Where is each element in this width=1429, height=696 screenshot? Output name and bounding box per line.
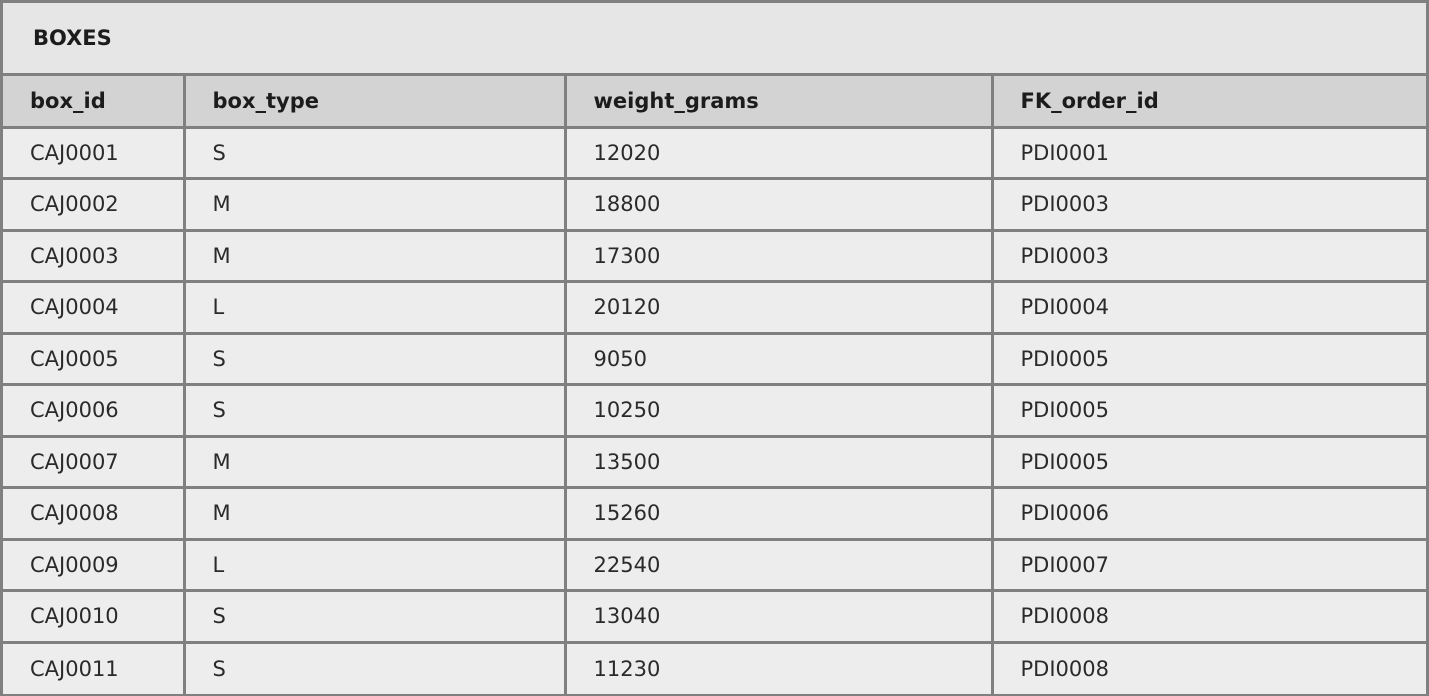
table-row: CAJ0007 M 13500 PDI0005	[3, 436, 1426, 489]
table-row: CAJ0005 S 9050 PDI0005	[3, 333, 1426, 386]
cell-fk-order-id: PDI0004	[992, 281, 1426, 335]
column-header-box-type: box_type	[184, 76, 567, 129]
cell-box-id: CAJ0010	[3, 590, 186, 644]
cell-fk-order-id: PDI0008	[992, 590, 1426, 644]
cell-box-id: CAJ0003	[3, 230, 186, 283]
cell-weight-grams: 12020	[565, 127, 994, 180]
table-row: CAJ0006 S 10250 PDI0005	[3, 384, 1426, 438]
cell-box-type: M	[184, 487, 567, 541]
cell-box-type: S	[184, 642, 567, 694]
cell-box-type: M	[184, 436, 567, 489]
table-title: BOXES	[3, 3, 1426, 76]
cell-fk-order-id: PDI0005	[992, 436, 1426, 489]
cell-box-type: S	[184, 333, 567, 386]
cell-fk-order-id: PDI0007	[992, 539, 1426, 592]
cell-box-type: L	[184, 539, 567, 592]
cell-box-type: M	[184, 178, 567, 232]
table-row: CAJ0008 M 15260 PDI0006	[3, 487, 1426, 541]
cell-fk-order-id: PDI0003	[992, 178, 1426, 232]
cell-box-id: CAJ0008	[3, 487, 186, 541]
cell-weight-grams: 22540	[565, 539, 994, 592]
cell-box-id: CAJ0004	[3, 281, 186, 335]
column-header-fk-order-id: FK_order_id	[992, 76, 1426, 129]
cell-weight-grams: 11230	[565, 642, 994, 694]
table-row: CAJ0004 L 20120 PDI0004	[3, 281, 1426, 335]
cell-fk-order-id: PDI0005	[992, 384, 1426, 438]
table-row: CAJ0011 S 11230 PDI0008	[3, 642, 1426, 694]
table-row: CAJ0003 M 17300 PDI0003	[3, 230, 1426, 283]
cell-weight-grams: 15260	[565, 487, 994, 541]
cell-weight-grams: 18800	[565, 178, 994, 232]
cell-weight-grams: 17300	[565, 230, 994, 283]
cell-fk-order-id: PDI0001	[992, 127, 1426, 180]
cell-box-type: S	[184, 590, 567, 644]
table-row: CAJ0001 S 12020 PDI0001	[3, 127, 1426, 180]
cell-box-id: CAJ0002	[3, 178, 186, 232]
cell-box-id: CAJ0005	[3, 333, 186, 386]
cell-box-type: S	[184, 384, 567, 438]
table-row: CAJ0010 S 13040 PDI0008	[3, 590, 1426, 644]
header-row: box_id box_type weight_grams FK_order_id	[3, 76, 1426, 129]
cell-box-id: CAJ0009	[3, 539, 186, 592]
column-header-weight-grams: weight_grams	[565, 76, 994, 129]
boxes-table: box_id box_type weight_grams FK_order_id…	[3, 76, 1426, 694]
cell-box-id: CAJ0011	[3, 642, 186, 694]
boxes-table-container: BOXES box_id box_type weight_grams FK_or…	[0, 0, 1429, 696]
table-row: CAJ0002 M 18800 PDI0003	[3, 178, 1426, 232]
cell-box-id: CAJ0006	[3, 384, 186, 438]
cell-fk-order-id: PDI0008	[992, 642, 1426, 694]
cell-box-type: S	[184, 127, 567, 180]
cell-weight-grams: 9050	[565, 333, 994, 386]
cell-fk-order-id: PDI0006	[992, 487, 1426, 541]
cell-box-id: CAJ0007	[3, 436, 186, 489]
table-row: CAJ0009 L 22540 PDI0007	[3, 539, 1426, 592]
cell-weight-grams: 13040	[565, 590, 994, 644]
cell-weight-grams: 10250	[565, 384, 994, 438]
cell-box-type: M	[184, 230, 567, 283]
cell-box-id: CAJ0001	[3, 127, 186, 180]
column-header-box-id: box_id	[3, 76, 186, 129]
cell-weight-grams: 20120	[565, 281, 994, 335]
cell-fk-order-id: PDI0005	[992, 333, 1426, 386]
cell-box-type: L	[184, 281, 567, 335]
cell-fk-order-id: PDI0003	[992, 230, 1426, 283]
cell-weight-grams: 13500	[565, 436, 994, 489]
